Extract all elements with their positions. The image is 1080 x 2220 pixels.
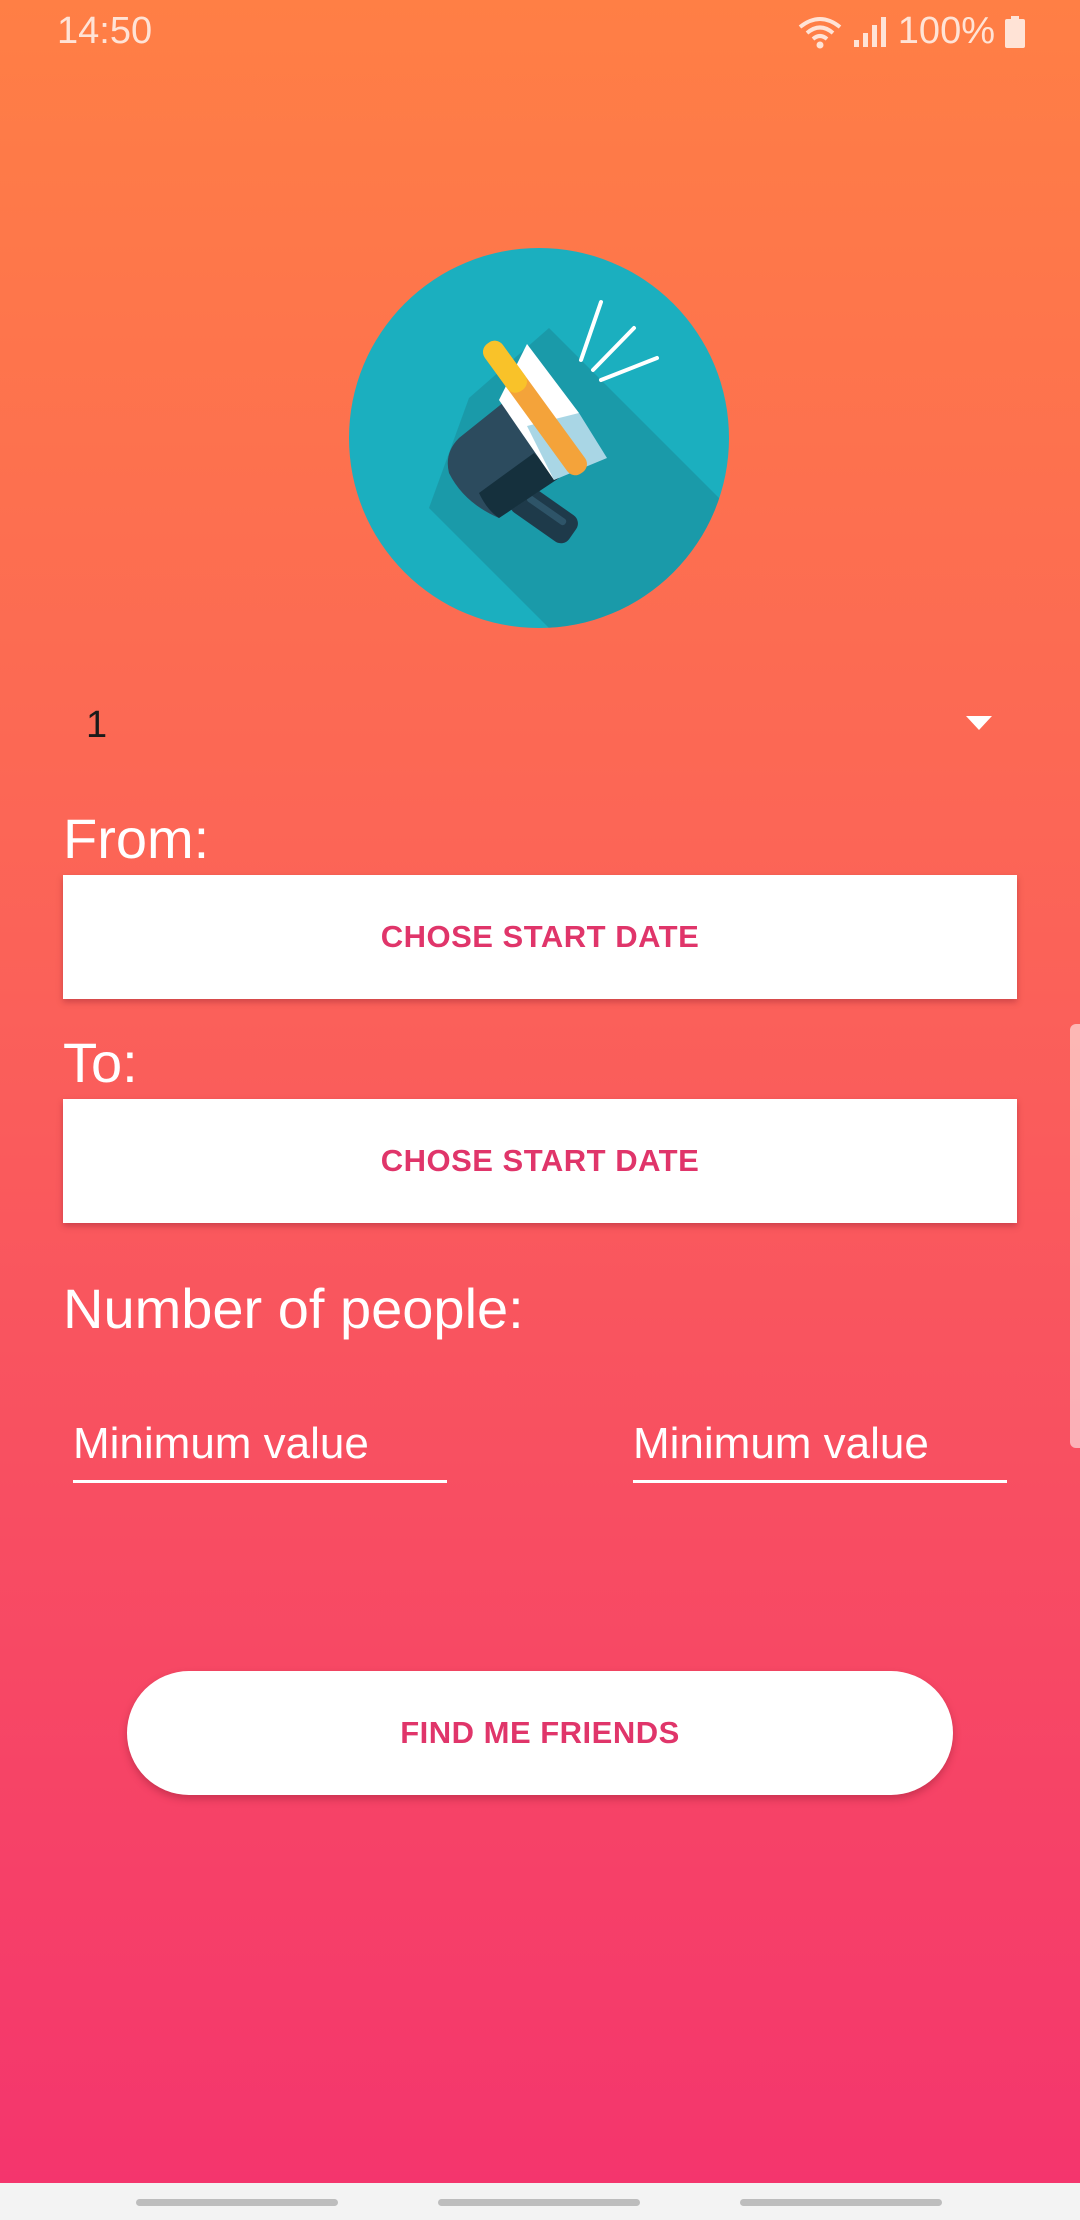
max-people-input[interactable]: [633, 1408, 1007, 1480]
nav-home[interactable]: [438, 2199, 640, 2206]
number-of-people-label: Number of people:: [63, 1277, 524, 1340]
battery-percent: 100%: [897, 10, 995, 52]
nav-recent-apps[interactable]: [136, 2199, 338, 2206]
battery-icon: [1005, 15, 1025, 48]
people-count-spinner[interactable]: 1: [62, 686, 992, 764]
dropdown-arrow-icon: [966, 716, 992, 730]
megaphone-icon: [349, 248, 729, 628]
app-screen: 14:50 100% 1 From: CHOSE START DATE To: …: [0, 0, 1080, 2183]
status-time: 14:50: [57, 10, 153, 52]
status-bar: 14:50 100%: [0, 0, 1080, 64]
signal-icon: [852, 16, 888, 48]
status-icons: 100%: [798, 10, 1025, 53]
from-label: From:: [63, 807, 210, 870]
nav-back[interactable]: [740, 2199, 942, 2206]
to-label: To:: [63, 1031, 138, 1094]
edge-panel-handle[interactable]: [1070, 1024, 1080, 1448]
min-people-field[interactable]: [73, 1408, 447, 1483]
start-date-button[interactable]: CHOSE START DATE: [63, 875, 1017, 999]
find-me-friends-button[interactable]: FIND ME FRIENDS: [127, 1671, 953, 1795]
min-people-input[interactable]: [73, 1408, 447, 1480]
max-people-field[interactable]: [633, 1408, 1007, 1483]
wifi-icon: [798, 15, 842, 49]
end-date-button[interactable]: CHOSE START DATE: [63, 1099, 1017, 1223]
spinner-value: 1: [86, 704, 108, 746]
navigation-bar: [0, 2183, 1080, 2220]
